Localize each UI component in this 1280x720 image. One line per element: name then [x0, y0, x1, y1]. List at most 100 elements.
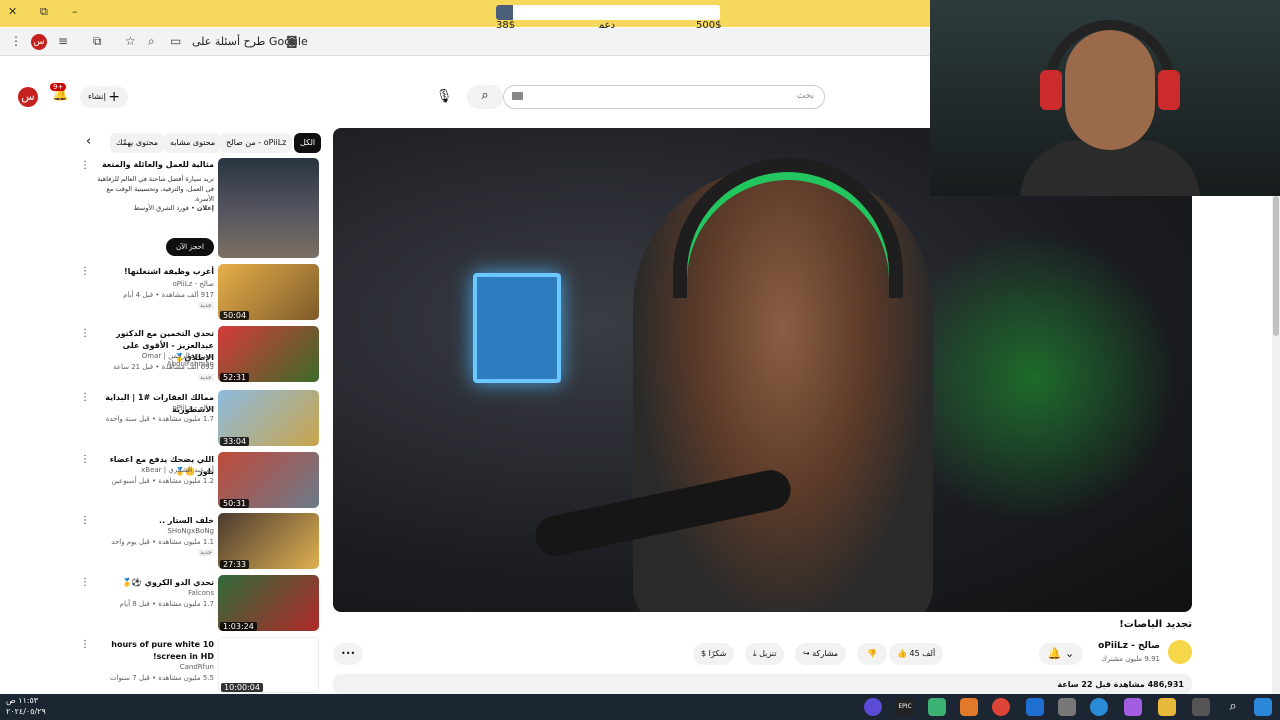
- ad-title[interactable]: مثالية للعمل والعائلة والمتعة: [94, 160, 214, 169]
- list-item[interactable]: ⋮ 1:03:24 تحدي الدو الكروي ⚽🥇 Falcons 1.…: [80, 575, 320, 633]
- video-meta: 1.7 مليون مشاهدة • قبل 8 أيام: [119, 600, 214, 608]
- video-title[interactable]: تحدي الدو الكروي ⚽🥇: [94, 577, 214, 589]
- menu-dots-icon[interactable]: ⋮: [10, 34, 22, 48]
- close-window-icon[interactable]: ✕: [8, 5, 17, 18]
- video-title[interactable]: 10 hours of pure white screen in HD!: [94, 639, 214, 663]
- channel-name-main[interactable]: صالح - oPiiLz: [1098, 641, 1160, 651]
- like-button[interactable]: 👍 45 ألف: [889, 643, 944, 665]
- app-icon[interactable]: [864, 698, 882, 716]
- list-item[interactable]: ⋮ 27:33 خلف الستار .. SHoNgxBoNg 1.1 ملي…: [80, 513, 320, 571]
- channel-name[interactable]: CandRfun: [94, 663, 214, 671]
- youtube-header: س 🔔 9+ إنشاء + 🎙 ⌕ بحث: [0, 80, 930, 118]
- ad-tag: إعلان: [196, 204, 214, 212]
- search-icon[interactable]: ⌕: [1224, 698, 1242, 716]
- app-icon[interactable]: [928, 698, 946, 716]
- minimize-window-icon[interactable]: –: [72, 5, 78, 18]
- description-box[interactable]: 486,931 مشاهدة قبل 22 ساعة: [333, 674, 1192, 694]
- video-meta: 5.5 مليون مشاهدة • قبل 7 سنوات: [109, 674, 214, 682]
- zoom-icon[interactable]: ⌕: [148, 34, 155, 49]
- video-title[interactable]: خلف الستار ..: [94, 515, 214, 527]
- list-item[interactable]: ⋮ 33:04 ممالك العقارات #1 | البداية الاس…: [80, 390, 320, 450]
- file-explorer-icon[interactable]: [1158, 698, 1176, 716]
- share-button[interactable]: ↪ مشاركة: [795, 643, 847, 665]
- more-options-icon[interactable]: ⋮: [80, 515, 90, 526]
- subscribe-bell-button[interactable]: 🔔 ⌄: [1039, 643, 1083, 665]
- clock-date[interactable]: ٢٠٢٤/٠٥/٢٩: [6, 707, 46, 716]
- video-thumbnail[interactable]: 52:31: [218, 326, 319, 382]
- reading-list-icon[interactable]: ≡: [58, 34, 68, 48]
- outlook-icon[interactable]: [1026, 698, 1044, 716]
- more-actions-button[interactable]: •••: [333, 643, 364, 665]
- video-duration: 10:00:04: [221, 683, 263, 692]
- list-item[interactable]: ⋮ 52:31 تحدي التخمين مع الدكتور عبدالعزي…: [80, 326, 320, 386]
- browser-profile-avatar[interactable]: س: [31, 34, 47, 50]
- list-item[interactable]: ⋮ 50:31 اللي يضحك يدفع مع اعضاء بلور 🤫🥇 …: [80, 452, 320, 512]
- more-options-icon[interactable]: ⋮: [80, 577, 90, 588]
- more-options-icon[interactable]: ⋮: [80, 454, 90, 465]
- ad-description: تريد سيارة أفضل شاحنة في العالم للرفاهية…: [97, 175, 214, 203]
- channel-name[interactable]: SHoNgxBoNg: [94, 527, 214, 535]
- channel-name[interactable]: صالح - oPiiLz: [94, 280, 214, 288]
- search-button[interactable]: ⌕: [467, 85, 503, 109]
- chip-for-you[interactable]: محتوى يهمّك: [110, 133, 165, 153]
- app-icon[interactable]: [960, 698, 978, 716]
- clock-time[interactable]: ١١:٥٣ ص: [6, 696, 38, 705]
- video-thumbnail[interactable]: 27:33: [218, 513, 319, 569]
- restore-window-icon[interactable]: ⧉: [40, 5, 48, 19]
- video-thumbnail[interactable]: 50:04: [218, 264, 319, 320]
- channel-name[interactable]: صالح - oPiiLz: [94, 404, 214, 412]
- chip-related[interactable]: محتوى مشابه: [164, 133, 222, 153]
- more-options-icon[interactable]: ⋮: [80, 266, 90, 277]
- list-item[interactable]: ⋮ 10:00:04 10 hours of pure white screen…: [80, 637, 320, 693]
- more-options-icon[interactable]: ⋮: [80, 392, 90, 403]
- channel-avatar[interactable]: [1168, 640, 1192, 664]
- list-item[interactable]: ⋮ 50:04 أغرب وظيفة اشتغلتها! صالح - oPii…: [80, 264, 320, 324]
- channel-name[interactable]: Falcons: [94, 589, 214, 597]
- more-options-icon[interactable]: ⋮: [80, 639, 90, 650]
- keyboard-icon[interactable]: [512, 92, 523, 100]
- ad-thumbnail[interactable]: [218, 158, 319, 258]
- video-thumbnail[interactable]: 50:31: [218, 452, 319, 508]
- download-icon: ⤓: [753, 649, 757, 658]
- subscriber-count: 9.91 مليون مشترك: [1101, 655, 1160, 663]
- channel-name[interactable]: أبو عبد الشمري | xBear: [94, 466, 214, 474]
- start-icon[interactable]: [1254, 698, 1272, 716]
- channel-action-row: صالح - oPiiLz 9.91 مليون مشترك 🔔 ⌄ 👍 45 …: [333, 640, 1192, 668]
- chrome-icon[interactable]: [992, 698, 1010, 716]
- download-button[interactable]: ⤓ تنزيل: [745, 643, 785, 665]
- extensions-icon[interactable]: ⧉: [93, 34, 102, 49]
- thanks-icon: $: [701, 649, 707, 658]
- edge-icon[interactable]: [1090, 698, 1108, 716]
- epic-games-icon[interactable]: EPIC: [896, 698, 914, 716]
- scrollbar-thumb[interactable]: [1273, 196, 1279, 336]
- more-options-icon[interactable]: ⋮: [80, 160, 90, 171]
- video-thumbnail[interactable]: 33:04: [218, 390, 319, 446]
- chevron-left-icon[interactable]: ‹: [86, 134, 91, 149]
- browser-toolbar: ⋮ س ≡ ⧉ ☆ ⌕ ▭ طرح أسئلة على Google ◙: [0, 28, 930, 56]
- task-view-icon[interactable]: [1192, 698, 1210, 716]
- like-count: 45 ألف: [909, 649, 936, 658]
- video-thumbnail[interactable]: 1:03:24: [218, 575, 319, 631]
- video-player[interactable]: [333, 128, 1192, 612]
- thanks-button[interactable]: $ شكرًا: [693, 643, 735, 665]
- star-icon[interactable]: ☆: [125, 34, 136, 48]
- dislike-button[interactable]: 👎: [857, 643, 887, 665]
- chip-all[interactable]: الكل: [294, 133, 322, 153]
- search-input[interactable]: بحث: [503, 85, 825, 109]
- more-options-icon[interactable]: ⋮: [80, 328, 90, 339]
- install-icon[interactable]: ▭: [170, 34, 181, 48]
- copilot-icon[interactable]: [1124, 698, 1142, 716]
- camera-icon[interactable]: ◙: [286, 34, 298, 48]
- chip-from-channel[interactable]: من صالح - oPiiLz: [220, 133, 293, 153]
- thumbs-up-icon: 👍: [897, 649, 907, 658]
- voice-search-icon[interactable]: 🎙: [431, 85, 457, 111]
- video-thumbnail[interactable]: 10:00:04: [218, 637, 319, 693]
- create-button[interactable]: إنشاء +: [80, 86, 128, 108]
- page-scrollbar[interactable]: [1272, 196, 1280, 694]
- ad-cta-button[interactable]: احجز الآن: [166, 238, 214, 256]
- video-title[interactable]: أغرب وظيفة اشتغلتها!: [94, 266, 214, 278]
- account-avatar[interactable]: س: [18, 87, 38, 107]
- thanks-label: شكرًا: [708, 649, 727, 658]
- sponsored-ad[interactable]: ⋮ مثالية للعمل والعائلة والمتعة تريد سيا…: [80, 158, 320, 260]
- calculator-icon[interactable]: [1058, 698, 1076, 716]
